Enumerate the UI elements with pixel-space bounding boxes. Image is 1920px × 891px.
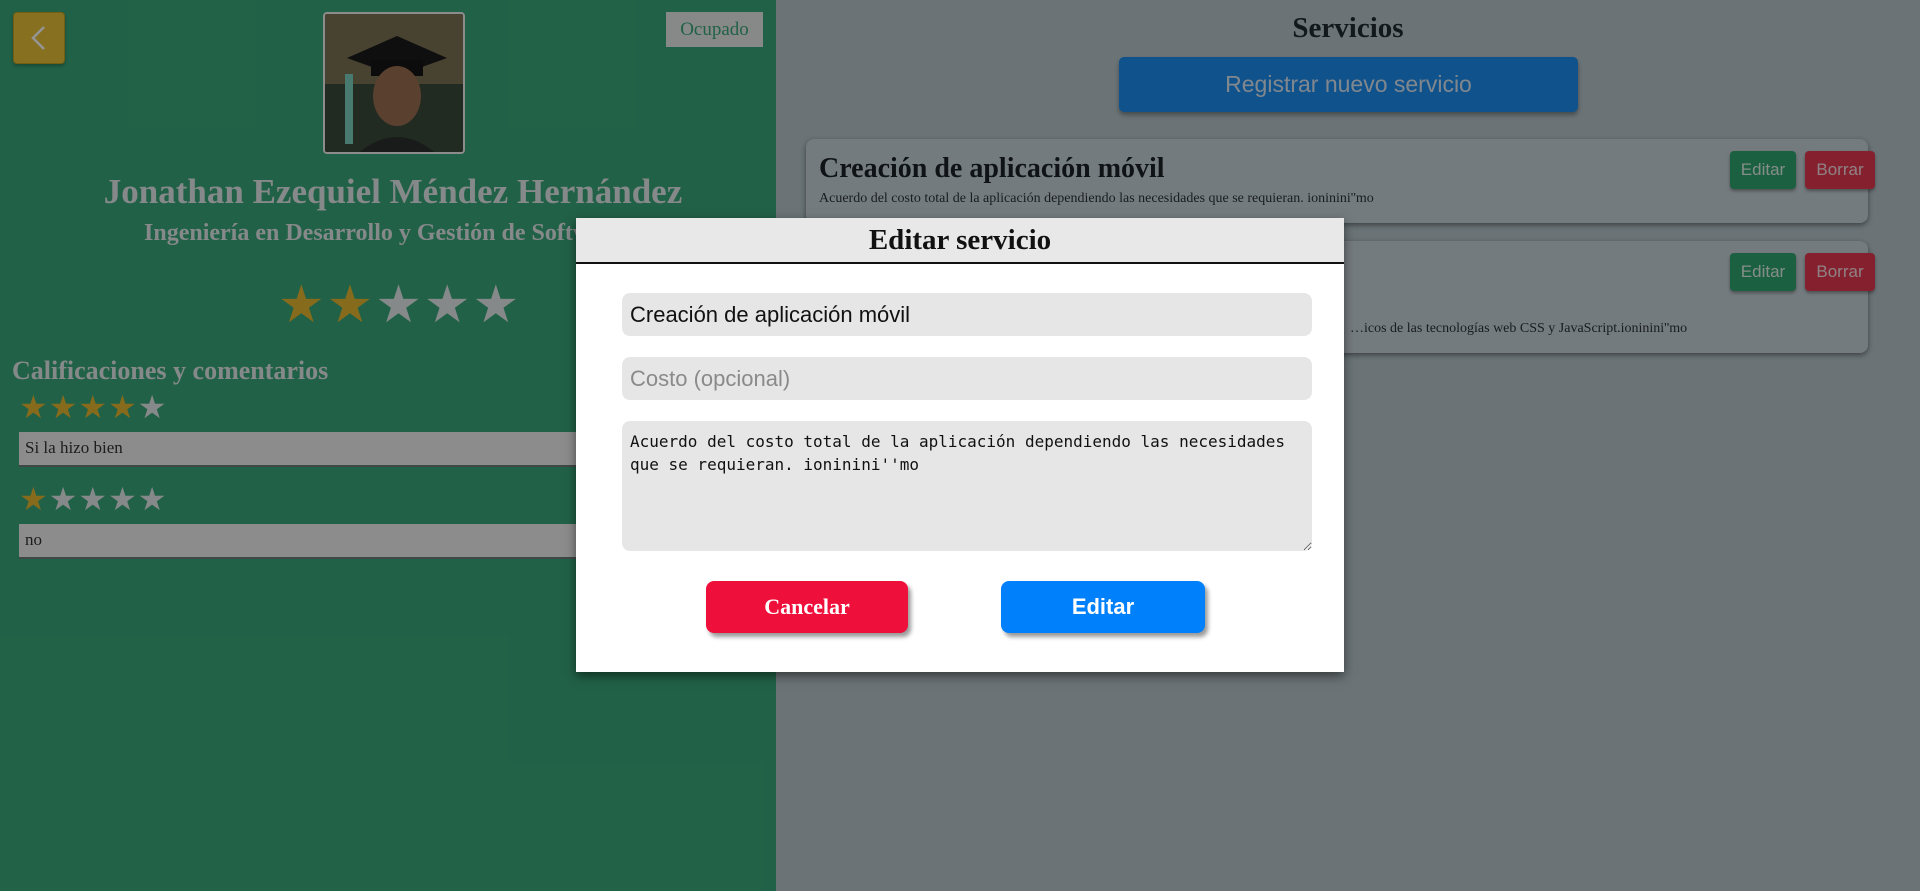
service-name-input[interactable] (622, 293, 1312, 336)
service-description-input[interactable]: Acuerdo del costo total de la aplicación… (622, 421, 1312, 551)
edit-service-modal: Editar servicio Acuerdo del costo total … (576, 218, 1344, 672)
cancel-button[interactable]: Cancelar (706, 581, 908, 633)
service-cost-input[interactable] (622, 357, 1312, 400)
edit-submit-button[interactable]: Editar (1001, 581, 1205, 633)
modal-title: Editar servicio (576, 218, 1344, 264)
